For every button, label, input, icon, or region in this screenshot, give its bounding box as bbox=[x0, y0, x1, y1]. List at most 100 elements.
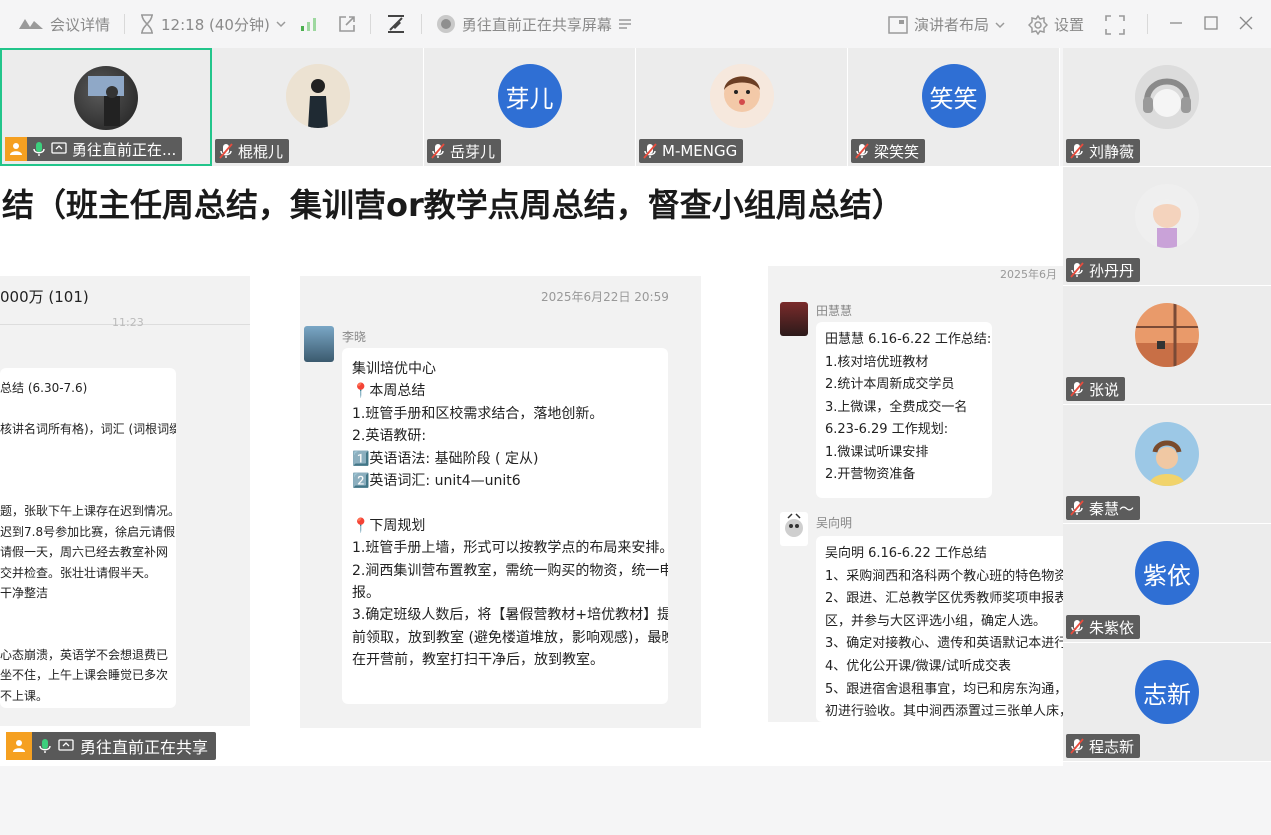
top-bar: 会议详情 12:18 (40分钟) 勇往直前正在共享屏幕 演讲者布局 设置 bbox=[0, 0, 1271, 48]
avatar bbox=[780, 512, 808, 546]
participant-name: 棍棍儿 bbox=[238, 142, 284, 161]
participant-name: 岳芽儿 bbox=[450, 142, 496, 161]
participant-tile[interactable]: 芽儿 岳芽儿 bbox=[424, 48, 636, 166]
close-icon[interactable] bbox=[1239, 16, 1253, 30]
screen-share-icon bbox=[51, 142, 67, 156]
participant-namebar: M-MENGG bbox=[639, 139, 744, 163]
settings-label: 设置 bbox=[1054, 16, 1085, 34]
participant-namebar: 勇往直前正在... bbox=[5, 137, 183, 161]
participant-name: 秦慧～ bbox=[1089, 499, 1135, 518]
participant-strip: 勇往直前正在... 棍棍儿 芽儿 岳芽儿 M-MENGG 笑笑 梁笑笑 bbox=[0, 48, 1060, 166]
participant-tile[interactable]: M-MENGG bbox=[636, 48, 848, 166]
participant-name: 孙丹丹 bbox=[1089, 261, 1135, 280]
chat-sender: 吴向明 bbox=[816, 516, 853, 530]
mic-off-icon bbox=[1070, 143, 1084, 159]
meeting-details-label: 会议详情 bbox=[50, 15, 111, 34]
pop-out-icon[interactable] bbox=[338, 15, 356, 33]
mic-off-icon bbox=[643, 143, 657, 159]
participant-namebar: 秦慧～ bbox=[1066, 496, 1141, 520]
chat-sender: 李晓 bbox=[342, 330, 367, 344]
mic-off-icon bbox=[1070, 738, 1084, 754]
fullscreen-icon[interactable] bbox=[1105, 15, 1125, 35]
participant-namebar: 朱紫依 bbox=[1066, 615, 1141, 639]
mic-off-icon bbox=[431, 143, 445, 159]
meeting-logo-icon bbox=[18, 17, 44, 31]
chat-message: 总结 (6.30-7.6) 核讲名词所有格)，词汇 (词根词缀 题，张耿下午上课… bbox=[0, 368, 176, 708]
participant-column: 刘静薇 孙丹丹 张说 秦慧～ 紫依 朱紫依 志新 程志新 bbox=[1063, 48, 1271, 766]
participant-name: 程志新 bbox=[1089, 737, 1135, 756]
sharing-status[interactable]: 勇往直前正在共享屏幕 bbox=[436, 14, 632, 35]
participant-tile[interactable]: 棍棍儿 bbox=[212, 48, 424, 166]
participant-tile[interactable]: 秦慧～ bbox=[1063, 405, 1271, 524]
participant-tile[interactable]: 刘静薇 bbox=[1063, 48, 1271, 167]
layout-label: 演讲者布局 bbox=[914, 16, 990, 34]
chat-timestamp: 2025年6月 bbox=[1000, 268, 1057, 281]
hourglass-icon bbox=[139, 14, 155, 34]
shared-screen: 结（班主任周总结，集训营or教学点周总结，督查小组周总结） 000万 (101)… bbox=[0, 166, 1063, 766]
chevron-down-icon bbox=[276, 20, 286, 28]
chat-timestamp: 2025年6月22日 20:59 bbox=[541, 290, 669, 304]
chat-panel-left: 000万 (101) 11:23 总结 (6.30-7.6) 核讲名词所有格)，… bbox=[0, 276, 250, 726]
meeting-details-button[interactable]: 会议详情 bbox=[18, 14, 110, 35]
divider bbox=[124, 14, 126, 34]
sharer-label: 勇往直前正在共享 bbox=[80, 738, 209, 757]
slide-title: 结（班主任周总结，集训营or教学点周总结，督查小组周总结） bbox=[2, 186, 904, 224]
avatar bbox=[285, 64, 350, 128]
chat-message: 集训培优中心 📍本周总结 1.班管手册和区校需求结合，落地创新。 2.英语教研:… bbox=[342, 348, 668, 704]
signal-strength-icon[interactable] bbox=[300, 16, 318, 32]
participant-tile[interactable]: 勇往直前正在... bbox=[0, 48, 212, 166]
participant-namebar: 孙丹丹 bbox=[1066, 258, 1141, 282]
layout-dropdown[interactable]: 演讲者布局 bbox=[888, 14, 1005, 35]
timer-dropdown[interactable]: 12:18 (40分钟) bbox=[139, 14, 286, 35]
host-icon bbox=[5, 137, 27, 161]
participant-name: 梁笑笑 bbox=[874, 142, 920, 161]
divider bbox=[420, 14, 422, 34]
avatar bbox=[1135, 303, 1199, 367]
screen-share-icon bbox=[58, 739, 74, 753]
participant-tile[interactable]: 张说 bbox=[1063, 286, 1271, 405]
chat-message: 吴向明 6.16-6.22 工作总结 1、采购涧西和洛科两个教心班的特色物资， … bbox=[816, 536, 1063, 722]
participant-tile[interactable]: 笑笑 梁笑笑 bbox=[848, 48, 1060, 166]
divider bbox=[369, 14, 371, 34]
divider bbox=[1147, 14, 1148, 34]
chevron-down-icon bbox=[995, 21, 1005, 29]
mic-off-icon bbox=[1070, 262, 1084, 278]
mic-off-icon bbox=[219, 143, 233, 159]
gear-icon bbox=[1028, 14, 1048, 35]
chat-header: 000万 (101) bbox=[0, 288, 89, 306]
mic-on-icon bbox=[32, 141, 46, 157]
annotation-off-icon[interactable] bbox=[385, 13, 407, 35]
avatar bbox=[74, 66, 138, 130]
minimize-icon[interactable] bbox=[1169, 18, 1183, 28]
participant-namebar: 棍棍儿 bbox=[215, 139, 290, 163]
avatar bbox=[1135, 422, 1199, 486]
participant-name: 张说 bbox=[1089, 380, 1120, 399]
participant-tile[interactable]: 志新 程志新 bbox=[1063, 643, 1271, 762]
settings-button[interactable]: 设置 bbox=[1028, 14, 1084, 35]
avatar bbox=[304, 326, 334, 362]
menu-icon bbox=[618, 18, 632, 30]
participant-namebar: 张说 bbox=[1066, 377, 1126, 401]
sharer-avatar-icon bbox=[436, 14, 456, 34]
mic-off-icon bbox=[1070, 381, 1084, 397]
chat-timestamp: 11:23 bbox=[112, 316, 144, 329]
mic-on-icon bbox=[38, 738, 52, 754]
maximize-icon[interactable] bbox=[1204, 16, 1218, 30]
participant-name: 刘静薇 bbox=[1089, 142, 1135, 161]
avatar bbox=[1135, 65, 1199, 129]
mic-off-icon bbox=[855, 143, 869, 159]
avatar bbox=[780, 302, 808, 336]
participant-name: M-MENGG bbox=[662, 142, 738, 160]
chat-sender: 田慧慧 bbox=[816, 304, 853, 318]
participant-name: 朱紫依 bbox=[1089, 618, 1135, 637]
bottom-area bbox=[0, 766, 1271, 835]
avatar bbox=[709, 64, 774, 128]
sharing-status-label: 勇往直前正在共享屏幕 bbox=[461, 15, 612, 34]
participant-tile[interactable]: 紫依 朱紫依 bbox=[1063, 524, 1271, 643]
sharer-indicator: 勇往直前正在共享 bbox=[6, 732, 217, 760]
avatar bbox=[1135, 184, 1199, 248]
avatar: 笑笑 bbox=[921, 64, 986, 128]
layout-icon bbox=[888, 15, 908, 34]
participant-tile[interactable]: 孙丹丹 bbox=[1063, 167, 1271, 286]
participant-namebar: 梁笑笑 bbox=[851, 139, 926, 163]
